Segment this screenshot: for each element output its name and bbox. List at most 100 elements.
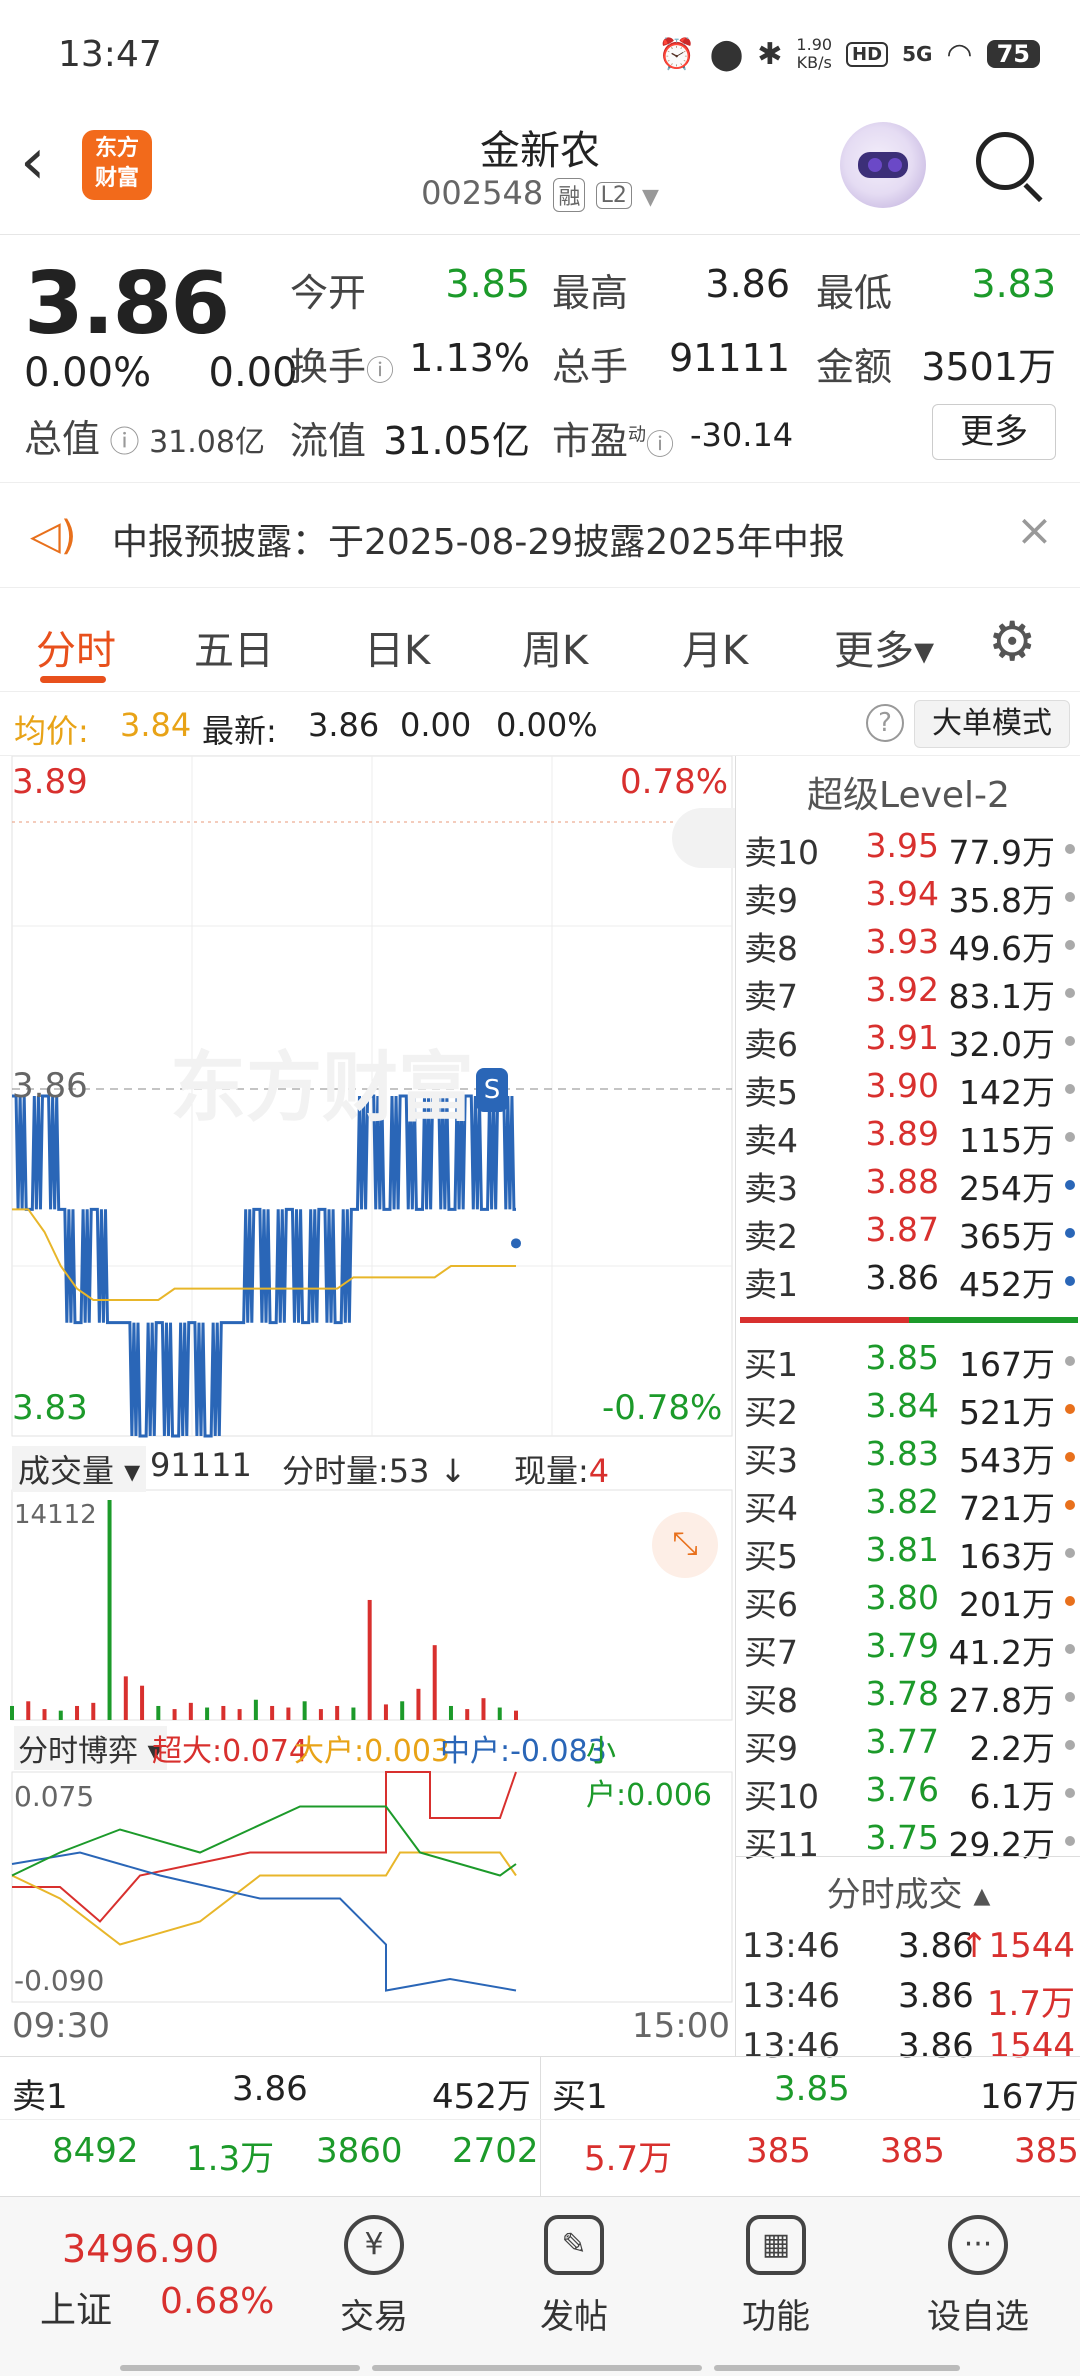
intraday-chart[interactable]: 3.89 0.78% 3.86 3.83 -0.78% 东方财富 S 成交量 ▾…: [0, 756, 736, 2056]
ask-row[interactable]: 卖3 3.88 254万: [736, 1162, 1080, 1210]
summary-left-cell: 8492: [52, 2131, 139, 2171]
order-dot-icon: [1065, 1500, 1075, 1510]
volume-bar: [351, 1707, 356, 1720]
big-order-mode-button[interactable]: 大单模式: [914, 700, 1070, 748]
volume-bar: [10, 1705, 14, 1720]
bid-row[interactable]: 买10 3.76 6.1万: [736, 1770, 1080, 1818]
trade-time: 13:46: [742, 1976, 840, 2016]
level2-title[interactable]: 超级Level-2: [736, 766, 1080, 818]
level-name: 卖5: [744, 1073, 798, 1112]
volume-bar: [140, 1685, 145, 1720]
ask-row[interactable]: 卖10 3.95 77.9万: [736, 826, 1080, 874]
sell-marker[interactable]: S: [476, 1068, 508, 1112]
volume-bar: [318, 1709, 323, 1720]
bid-row[interactable]: 买2 3.84 521万: [736, 1386, 1080, 1434]
amount-value: 3501万: [921, 345, 1056, 389]
nav-watchlist[interactable]: ··· 设自选: [918, 2215, 1038, 2338]
volume-selector[interactable]: 成交量 ▾: [12, 1446, 147, 1492]
volume-bar: [302, 1701, 307, 1720]
close-icon[interactable]: ×: [1016, 505, 1053, 556]
trade-price: 3.86: [898, 1976, 974, 2016]
level-volume: 452万: [959, 1265, 1055, 1304]
float-value: 31.05亿: [383, 419, 530, 463]
volume-bar: [253, 1699, 258, 1720]
summary-right-cell: 385: [746, 2131, 811, 2171]
nav-function[interactable]: ▦ 功能: [716, 2215, 836, 2338]
bid-row[interactable]: 买6 3.80 201万: [736, 1578, 1080, 1626]
level-price: 3.87: [865, 1210, 939, 1249]
bid-row[interactable]: 买9 3.77 2.2万: [736, 1722, 1080, 1770]
volume-bar: [497, 1707, 502, 1720]
level-price: 3.75: [865, 1818, 939, 1857]
bid-row[interactable]: 买5 3.81 163万: [736, 1530, 1080, 1578]
volume-bar: [172, 1709, 177, 1720]
volume-bar: [383, 1704, 388, 1720]
side-handle[interactable]: [672, 808, 736, 868]
ask-row[interactable]: 卖1 3.86 452万: [736, 1258, 1080, 1306]
function-icon: ▦: [746, 2215, 806, 2275]
order-dot-icon: [1065, 1132, 1075, 1142]
order-dot-icon: [1065, 1836, 1075, 1846]
info-icon[interactable]: ⓘ: [646, 428, 674, 461]
ask-row[interactable]: 卖6 3.91 32.0万: [736, 1018, 1080, 1066]
gear-icon[interactable]: ⚙: [988, 610, 1036, 673]
ask-row[interactable]: 卖5 3.90 142万: [736, 1066, 1080, 1114]
ask-row[interactable]: 卖8 3.93 49.6万: [736, 922, 1080, 970]
level-name: 买1: [744, 1345, 798, 1384]
volume-bar: [270, 1705, 275, 1720]
nav-trade[interactable]: ¥ 交易: [314, 2215, 434, 2338]
help-icon[interactable]: ?: [866, 704, 904, 742]
level-summary: 卖1 3.86 452万 买1 3.85 167万 8492 1.3万 3860…: [0, 2056, 1080, 2197]
level-volume: 721万: [959, 1489, 1055, 1528]
wifi-icon: ◠: [946, 36, 973, 72]
tab-five-day[interactable]: 五日: [194, 618, 274, 676]
trades-title[interactable]: 分时成交 ▴: [736, 1856, 1080, 1920]
level-price: 3.85: [865, 1338, 939, 1377]
ask-row[interactable]: 卖2 3.87 365万: [736, 1210, 1080, 1258]
ask-row[interactable]: 卖4 3.89 115万: [736, 1114, 1080, 1162]
assistant-robot-icon[interactable]: [840, 122, 926, 208]
time-end: 15:00: [632, 2006, 730, 2046]
more-button[interactable]: 更多: [932, 404, 1056, 460]
ask-row[interactable]: 卖9 3.94 35.8万: [736, 874, 1080, 922]
expand-icon[interactable]: ⤡: [652, 1512, 718, 1578]
price-change: 0.00% 0.00: [24, 350, 298, 396]
nav-post[interactable]: ✎ 发帖: [514, 2215, 634, 2338]
signal-icon: 5G: [902, 42, 933, 66]
level-volume: 35.8万: [948, 881, 1055, 920]
volume-bar: [58, 1710, 63, 1720]
index-value: 3496.90: [62, 2227, 220, 2271]
level-volume: 77.9万: [948, 833, 1055, 872]
level-price: 3.77: [865, 1722, 939, 1761]
tab-daily-k[interactable]: 日K: [364, 618, 430, 676]
order-book: 超级Level-2 卖10 3.95 77.9万 卖9 3.94 35.8万 卖8 3.93 4…: [735, 756, 1080, 2066]
search-icon[interactable]: [976, 132, 1034, 190]
bid-row[interactable]: 买1 3.85 167万: [736, 1338, 1080, 1386]
level-volume: 27.8万: [948, 1681, 1055, 1720]
avg-value: 3.84: [120, 706, 192, 744]
tab-more[interactable]: 更多▾: [834, 618, 934, 676]
bid-row[interactable]: 买8 3.78 27.8万: [736, 1674, 1080, 1722]
order-dot-icon: [1065, 988, 1075, 998]
info-icon[interactable]: ⓘ: [366, 354, 394, 387]
volume-bar: [107, 1500, 112, 1720]
game-selector[interactable]: 分时博弈 ▾: [14, 1726, 167, 1770]
notice-banner[interactable]: ◁) 中报预披露：于2025-08-29披露2025年中报 ×: [0, 482, 1080, 588]
bid-row[interactable]: 买4 3.82 721万: [736, 1482, 1080, 1530]
info-icon[interactable]: ⓘ: [100, 425, 149, 460]
level-price: 3.82: [865, 1482, 939, 1521]
open-value: 3.85: [445, 262, 530, 306]
ask-row[interactable]: 卖7 3.92 83.1万: [736, 970, 1080, 1018]
high-label: 最高: [552, 271, 629, 315]
tab-intraday[interactable]: 分时: [36, 618, 116, 676]
tab-weekly-k[interactable]: 周K: [522, 618, 588, 676]
tab-monthly-k[interactable]: 月K: [682, 618, 748, 676]
order-dot-icon: [1065, 1276, 1075, 1286]
bid-row[interactable]: 买7 3.79 41.2万: [736, 1626, 1080, 1674]
order-dot-icon: [1065, 844, 1075, 854]
volume-bar: [123, 1676, 128, 1720]
robot-eye: [888, 158, 902, 172]
robot-eye: [868, 158, 882, 172]
bid-row[interactable]: 买3 3.83 543万: [736, 1434, 1080, 1482]
low-label: 最低: [816, 271, 893, 315]
